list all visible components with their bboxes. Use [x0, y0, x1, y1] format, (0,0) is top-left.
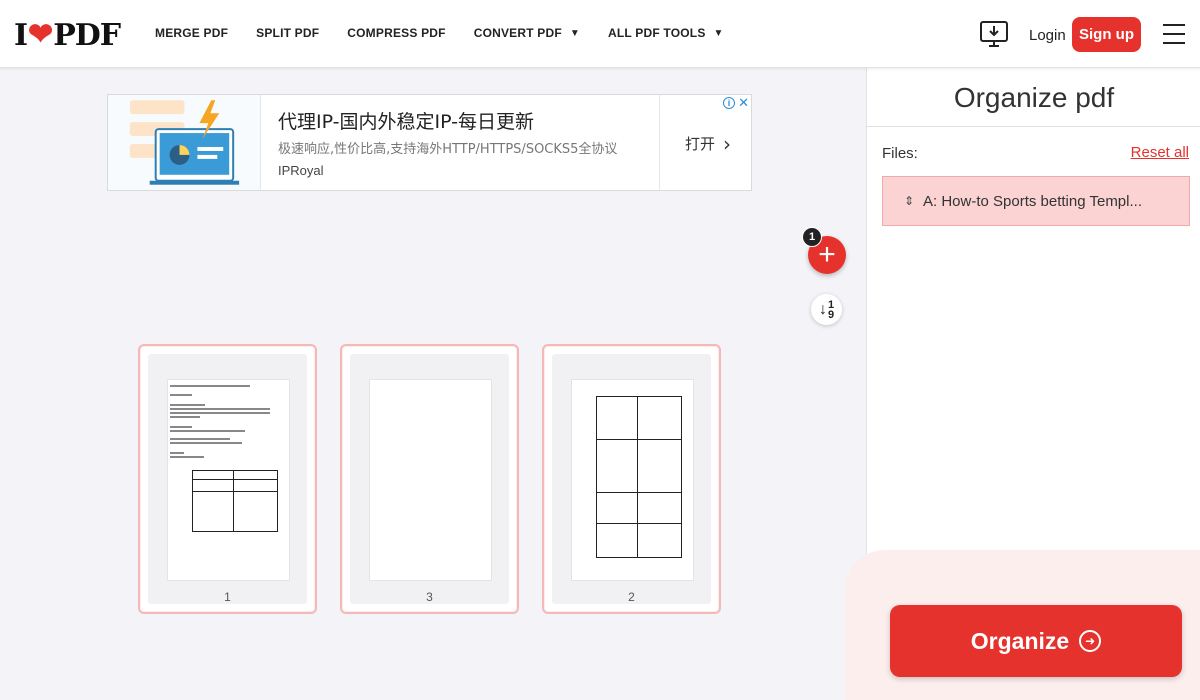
desktop-download-icon[interactable]: [979, 19, 1009, 49]
hamburger-menu-icon[interactable]: [1163, 24, 1185, 44]
top-navigation-bar: I ❤ PDF MERGE PDF SPLIT PDF COMPRESS PDF…: [0, 0, 1200, 68]
ad-close-icon[interactable]: ✕: [738, 95, 749, 111]
logo-i: I: [14, 17, 28, 53]
chevron-right-icon: ›: [723, 131, 732, 156]
file-list-item[interactable]: ⇕ A: How-to Sports betting Templ...: [882, 176, 1190, 226]
nav-label: CONVERT PDF: [473, 26, 562, 40]
ad-illustration: [108, 95, 261, 190]
nav-merge-pdf[interactable]: MERGE PDF: [155, 26, 228, 40]
ad-description: 极速响应,性价比高,支持海外HTTP/HTTPS/SOCKS5全协议: [278, 142, 618, 157]
ad-open-label: 打开: [685, 135, 716, 153]
organize-sidebar: Organize pdf Files: Reset all ⇕ A: How-t…: [845, 68, 1200, 700]
drag-handle-icon[interactable]: ⇕: [904, 194, 918, 208]
ad-brand: IPRoyal: [278, 163, 324, 178]
page-thumbnail[interactable]: 3: [340, 344, 519, 614]
ad-title: 代理IP-国内外稳定IP-每日更新: [278, 111, 534, 133]
nav-label: MERGE PDF: [155, 26, 229, 40]
caret-down-icon: ▼: [569, 27, 581, 39]
divider: [867, 126, 1200, 127]
file-count-badge: 1: [802, 227, 822, 247]
sort-bottom: 9: [827, 308, 835, 321]
nav-label: ALL PDF TOOLS: [608, 26, 706, 40]
reset-all-link[interactable]: Reset all: [1131, 144, 1189, 161]
ad-info-icon[interactable]: i: [723, 97, 735, 109]
page-thumbnail[interactable]: 2: [542, 344, 721, 614]
nav-all-pdf-tools[interactable]: ALL PDF TOOLS ▼: [608, 26, 724, 40]
page-number: 2: [628, 590, 635, 604]
nav-convert-pdf[interactable]: CONVERT PDF ▼: [474, 26, 580, 40]
nav-split-pdf[interactable]: SPLIT PDF: [256, 26, 319, 40]
organize-label: Organize: [970, 627, 1070, 654]
logo-pdf: PDF: [53, 17, 121, 53]
caret-down-icon: ▼: [713, 27, 724, 39]
ad-open-button[interactable]: 打开 ›: [685, 133, 731, 154]
nav-compress-pdf[interactable]: COMPRESS PDF: [347, 26, 445, 40]
nav-label: COMPRESS PDF: [347, 26, 446, 40]
arrow-right-circle-icon: ➜: [1079, 630, 1102, 652]
nav-label: SPLIT PDF: [256, 26, 320, 40]
sort-arrow-icon: ↓: [818, 300, 827, 318]
page-number: 3: [426, 590, 433, 604]
sort-top: 1: [827, 298, 835, 311]
page-preview: [369, 379, 492, 581]
page-preview: [571, 379, 694, 581]
ad-banner[interactable]: 代理IP-国内外稳定IP-每日更新 极速响应,性价比高,支持海外HTTP/HTT…: [107, 94, 752, 191]
main-nav: MERGE PDF SPLIT PDF COMPRESS PDF CONVERT…: [155, 26, 752, 40]
files-label: Files:: [882, 145, 918, 162]
page-thumbnail[interactable]: 1: [138, 344, 317, 614]
plus-icon: +: [818, 238, 836, 271]
ilovepdf-logo[interactable]: I ❤ PDF: [14, 17, 121, 53]
login-link[interactable]: Login: [1029, 27, 1066, 44]
organize-button[interactable]: Organize ➜: [890, 605, 1182, 677]
file-name: A: How-to Sports betting Templ...: [923, 192, 1142, 210]
ad-divider: [659, 95, 660, 190]
page-number: 1: [224, 590, 231, 604]
heart-icon: ❤: [28, 17, 53, 52]
panel-title: Organize pdf: [953, 82, 1115, 113]
page-preview: [167, 379, 290, 581]
sort-button[interactable]: ↓ 1 9: [811, 294, 842, 325]
sort-numbers: 1 9: [827, 298, 835, 321]
signup-button[interactable]: Sign up: [1072, 17, 1141, 52]
